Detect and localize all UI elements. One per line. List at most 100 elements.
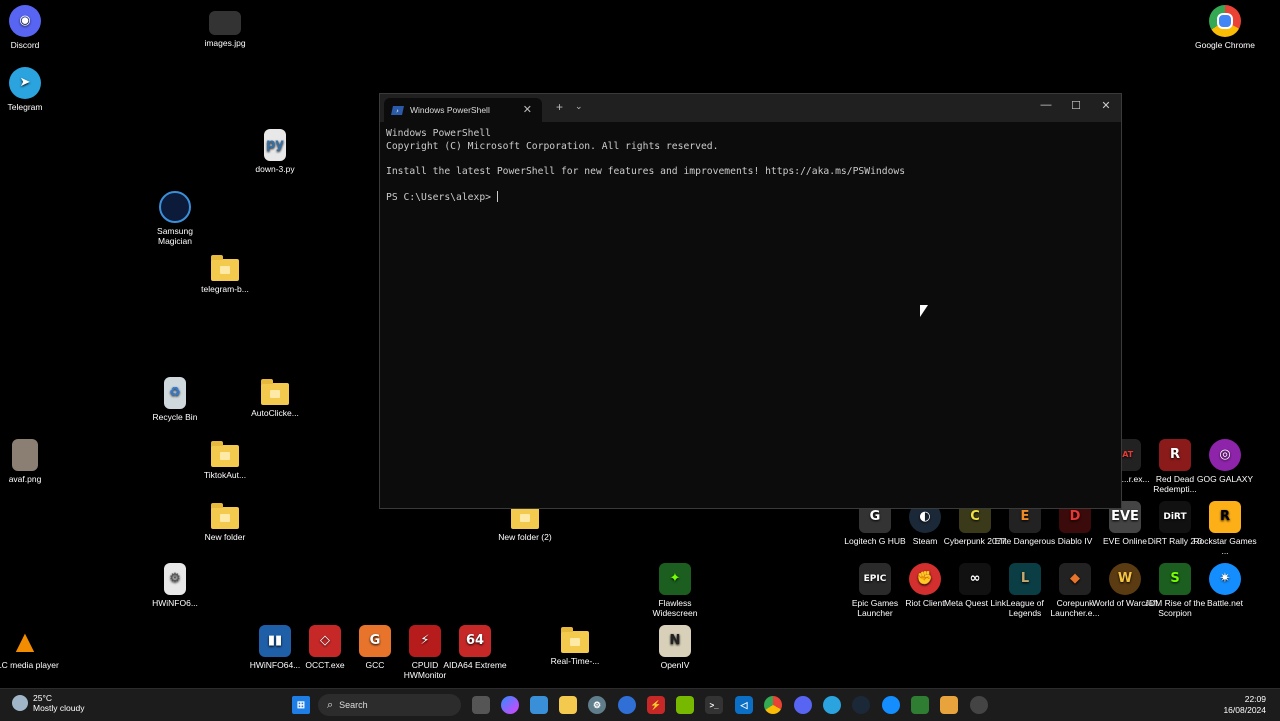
tab-title: Windows PowerShell bbox=[410, 105, 490, 115]
new-tab-icon[interactable]: + bbox=[556, 100, 563, 114]
vlc-icon: ▲ bbox=[15, 627, 35, 655]
desktop-icon-label: images.jpg bbox=[204, 38, 246, 48]
browser-icon[interactable] bbox=[618, 696, 636, 714]
jdm-icon: S bbox=[1159, 563, 1191, 595]
folder-icon bbox=[211, 503, 239, 529]
desktop-icon-recycle-bin[interactable]: ♻ Recycle Bin bbox=[140, 377, 210, 422]
desktop-icon-tiktok[interactable]: TiktokAut... bbox=[190, 439, 260, 480]
desktop-icon-samsung[interactable]: Samsung Magician bbox=[140, 191, 210, 246]
file-explorer-icon[interactable] bbox=[559, 696, 577, 714]
folder-icon bbox=[211, 441, 239, 467]
desktop-icon-telegram-b[interactable]: telegram-b... bbox=[190, 253, 260, 294]
text-cursor bbox=[496, 190, 498, 202]
notepad-icon[interactable] bbox=[911, 696, 929, 714]
close-window-icon[interactable]: ✕ bbox=[1098, 99, 1114, 112]
telegram-icon: ➤ bbox=[9, 67, 41, 99]
desktop-icon-label: Flawless Widescreen bbox=[652, 598, 698, 618]
recording-icon[interactable] bbox=[970, 696, 988, 714]
steam-taskbar-icon[interactable] bbox=[852, 696, 870, 714]
desktop-icon-vlc[interactable]: ▲ VLC media player bbox=[0, 625, 60, 670]
desktop-icon-realtime[interactable]: Real-Time-... bbox=[540, 625, 610, 666]
image-icon bbox=[209, 11, 241, 35]
recycle-bin-icon: ♻ bbox=[164, 377, 186, 409]
battlenet-icon: ✷ bbox=[1209, 563, 1241, 595]
desktop-icon-label: Discord bbox=[10, 40, 40, 50]
desktop-icon-avaf[interactable]: avaf.png bbox=[0, 439, 60, 484]
riot-client-icon: ✊ bbox=[909, 563, 941, 595]
weather-desc: Mostly cloudy bbox=[33, 703, 85, 713]
python-file-icon: py bbox=[264, 129, 286, 161]
weather-cloud-icon bbox=[12, 695, 28, 711]
desktop-icon-openiv[interactable]: N OpenIV bbox=[640, 625, 710, 670]
desktop-icon-hwinfo-file[interactable]: ⚙ HWiNFO6... bbox=[140, 563, 210, 608]
desktop-icon-autoclicker[interactable]: AutoClicke... bbox=[240, 377, 310, 418]
vscode-icon[interactable]: ◁ bbox=[735, 696, 753, 714]
search-placeholder: Search bbox=[339, 700, 368, 710]
copilot-icon[interactable] bbox=[501, 696, 519, 714]
maximize-icon[interactable]: ☐ bbox=[1068, 99, 1084, 112]
terminal-icon[interactable]: >_ bbox=[705, 696, 723, 714]
desktop-icon-label: Rockstar Games ... bbox=[1193, 536, 1257, 556]
photos-icon[interactable] bbox=[530, 696, 548, 714]
desktop-icon-new-folder[interactable]: New folder bbox=[190, 501, 260, 542]
desktop-icon-aida[interactable]: 64 AIDA64 Extreme bbox=[440, 625, 510, 670]
desktop-icon-label: Samsung Magician bbox=[157, 226, 193, 246]
task-view-icon[interactable] bbox=[472, 696, 490, 714]
close-tab-icon[interactable]: ✕ bbox=[523, 103, 532, 116]
dirt-rally-icon: DiRT bbox=[1159, 501, 1191, 533]
terminal-prompt-line[interactable]: PS C:\Users\alexp> bbox=[386, 190, 1115, 205]
clock-time: 22:09 bbox=[1244, 694, 1266, 704]
start-windows-icon[interactable]: ⊞ bbox=[292, 696, 310, 714]
openiv-icon: N bbox=[659, 625, 691, 657]
terminal-line: Install the latest PowerShell for new fe… bbox=[386, 165, 906, 177]
hwmonitor-icon[interactable]: ⚡ bbox=[647, 696, 665, 714]
desktop-icon-down3[interactable]: py down-3.py bbox=[240, 129, 310, 174]
clock-date: 16/08/2024 bbox=[1223, 705, 1266, 715]
gcc-icon: G bbox=[359, 625, 391, 657]
desktop-icon-gog[interactable]: ◎ GOG GALAXY bbox=[1190, 439, 1260, 484]
desktop-icon-label: TiktokAut... bbox=[203, 470, 247, 480]
red-dead-icon: R bbox=[1159, 439, 1191, 471]
tab-powershell[interactable]: › Windows PowerShell ✕ bbox=[384, 98, 542, 122]
desktop-icon-label: down-3.py bbox=[255, 164, 295, 174]
desktop-icon-chrome[interactable]: Google Chrome bbox=[1190, 5, 1260, 50]
chrome-icon bbox=[1209, 5, 1241, 37]
clock[interactable]: 22:09 16/08/2024 bbox=[1223, 694, 1266, 716]
discord-taskbar-icon[interactable] bbox=[794, 696, 812, 714]
flawless-widescreen-icon: ✦ bbox=[659, 563, 691, 595]
weather-temp: 25°C bbox=[33, 693, 52, 703]
search-icon: ⌕ bbox=[327, 698, 334, 711]
desktop-icon-label: avaf.png bbox=[8, 474, 42, 484]
telegram-taskbar-icon[interactable] bbox=[823, 696, 841, 714]
mouse-cursor-icon bbox=[920, 305, 928, 317]
desktop-icon-rockstar[interactable]: R Rockstar Games ... bbox=[1190, 501, 1260, 556]
epic-games-icon: EPIC bbox=[859, 563, 891, 595]
settings-icon[interactable]: ⚙ bbox=[588, 696, 606, 714]
desktop-icon-telegram[interactable]: ➤ Telegram bbox=[0, 67, 60, 112]
chevron-down-icon[interactable]: ⌄ bbox=[575, 101, 583, 112]
window-titlebar[interactable]: › Windows PowerShell ✕ + ⌄ — ☐ ✕ bbox=[380, 94, 1121, 122]
terminal-output[interactable]: Windows PowerShell Copyright (C) Microsof… bbox=[380, 122, 1121, 211]
desktop-icon-flawless[interactable]: ✦ Flawless Widescreen bbox=[640, 563, 710, 618]
weather-widget[interactable]: 25°C Mostly cloudy bbox=[12, 693, 85, 713]
chrome-taskbar-icon[interactable] bbox=[764, 696, 782, 714]
desktop-icon-discord[interactable]: ◉ Discord bbox=[0, 5, 60, 50]
desktop-icon-label: Real-Time-... bbox=[550, 656, 600, 666]
desktop-icon-battlenet[interactable]: ✷ Battle.net bbox=[1190, 563, 1260, 608]
folder-icon bbox=[261, 379, 289, 405]
minimize-icon[interactable]: — bbox=[1038, 99, 1054, 111]
folder-icon bbox=[511, 503, 539, 529]
battlenet-taskbar-icon[interactable] bbox=[882, 696, 900, 714]
terminal-line: Windows PowerShell bbox=[386, 128, 491, 139]
world-of-warcraft-icon: W bbox=[1109, 563, 1141, 595]
nvidia-icon[interactable] bbox=[676, 696, 694, 714]
powershell-window[interactable]: › Windows PowerShell ✕ + ⌄ — ☐ ✕ Windows… bbox=[379, 93, 1122, 509]
desktop-icon-images[interactable]: images.jpg bbox=[190, 5, 260, 48]
app-folder-icon[interactable] bbox=[940, 696, 958, 714]
folder-icon bbox=[561, 627, 589, 653]
taskbar-search[interactable]: ⌕ Search bbox=[318, 694, 461, 716]
desktop-icon-label: Telegram bbox=[7, 102, 43, 112]
powershell-icon: › bbox=[391, 105, 404, 115]
